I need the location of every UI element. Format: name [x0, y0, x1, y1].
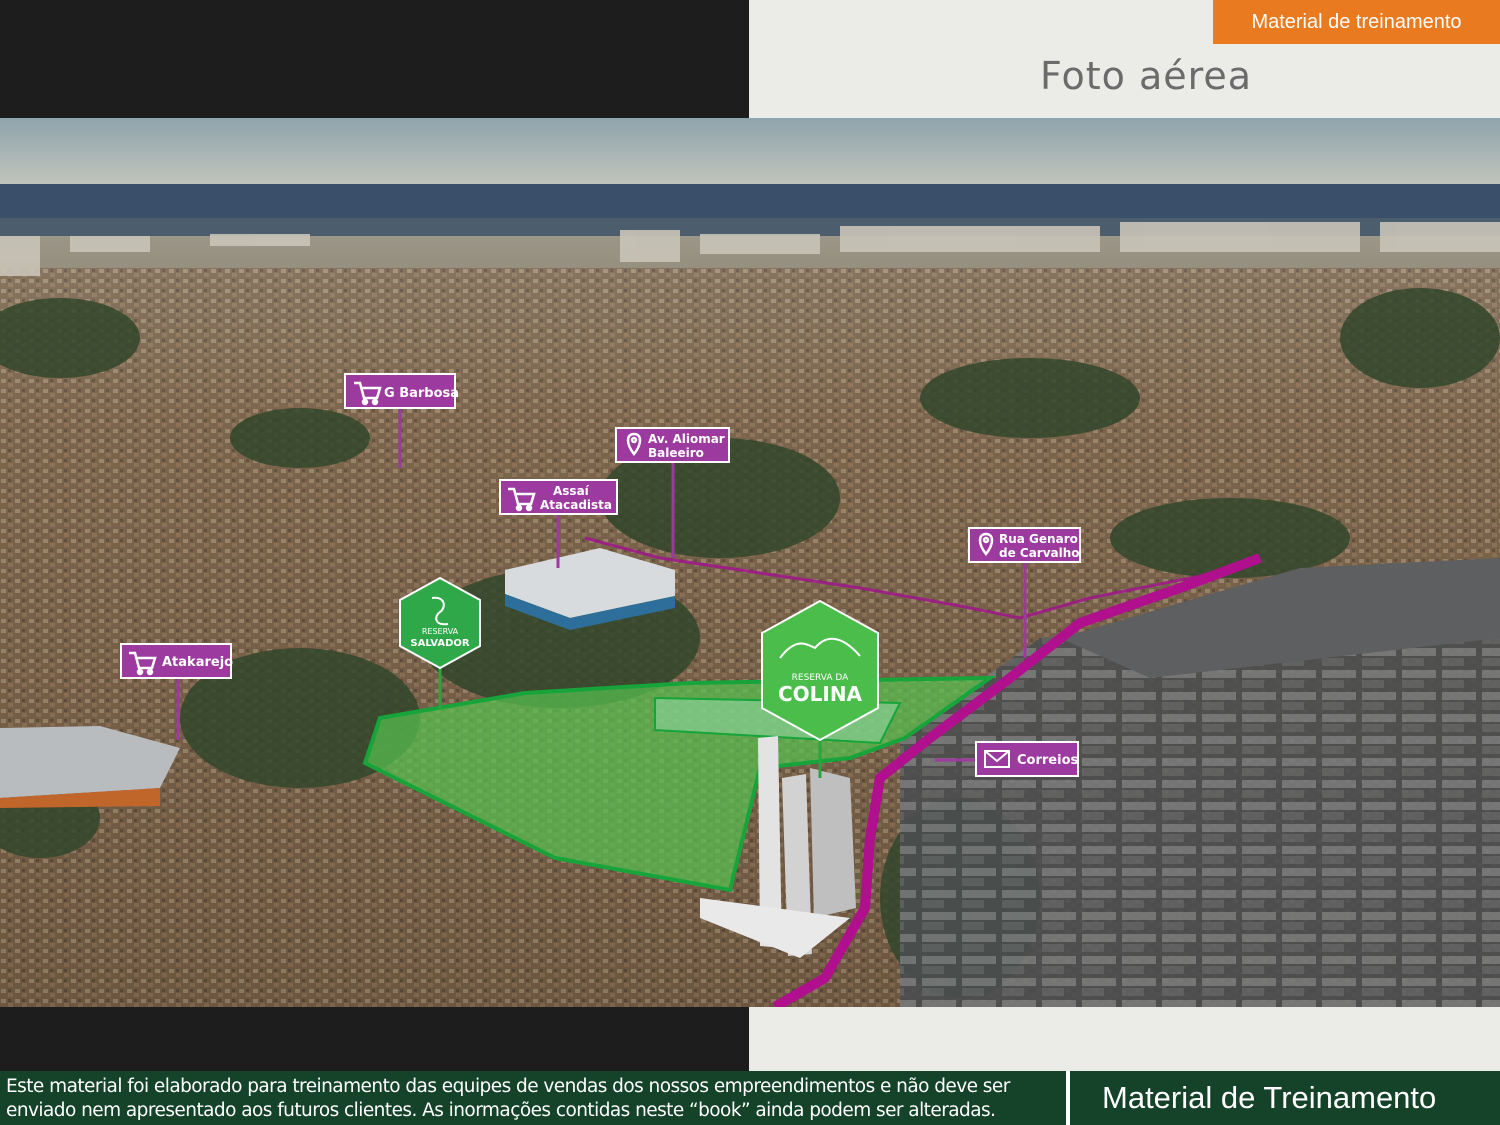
- callout-atakarejo-label: Atakarejo: [162, 655, 233, 670]
- callout-aliomar-line2: Baleeiro: [648, 446, 704, 460]
- callout-genaro-line1: Rua Genaro: [999, 532, 1078, 546]
- callout-aliomar-line1: Av. Aliomar: [648, 432, 725, 446]
- footer-disclaimer: Este material foi elaborado para treinam…: [6, 1076, 1010, 1121]
- footer: Este material foi elaborado para treinam…: [0, 1071, 1500, 1125]
- page-title: Foto aérea: [1040, 54, 1253, 98]
- reserva-salvador-line1: RESERVA: [422, 627, 459, 636]
- training-badge: Material de treinamento: [1213, 0, 1500, 44]
- callout-genaro-line2: de Carvalho: [999, 546, 1080, 560]
- reserva-salvador-line2: SALVADOR: [410, 638, 470, 649]
- callout-assai-line1: Assaí: [553, 484, 590, 498]
- footer-label: Material de Treinamento: [1102, 1080, 1437, 1115]
- header-dark-panel: [0, 0, 749, 118]
- bottom-dark-panel: [0, 1007, 749, 1071]
- bottom-light-panel: [749, 1007, 1500, 1071]
- callout-assai-line2: Atacadista: [540, 498, 612, 512]
- reserva-colina-line2: COLINA: [778, 682, 863, 706]
- aerial-photo: G Barbosa Av. Aliomar Baleeiro Assaí Ata…: [0, 118, 1500, 1007]
- footer-divider: [1066, 1071, 1070, 1125]
- callout-correios-label: Correios: [1017, 753, 1078, 768]
- callout-g-barbosa-label: G Barbosa: [384, 386, 459, 401]
